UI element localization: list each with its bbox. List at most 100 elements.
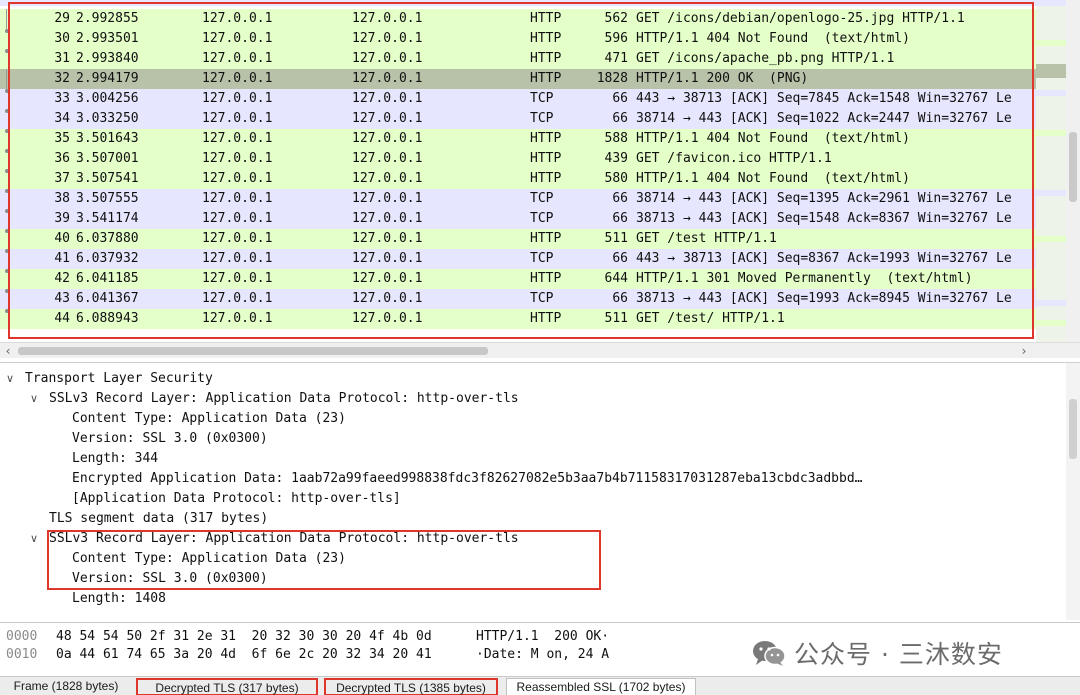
tree-item[interactable]: Version: SSL 3.0 (0x0300): [72, 429, 268, 449]
scroll-left-icon[interactable]: ‹: [0, 343, 16, 359]
packet-src-cell: 127.0.0.1: [202, 91, 273, 106]
packet-row[interactable]: 41 6.037932 127.0.0.1 127.0.0.1 TCP 66 443 → 3…: [0, 249, 1066, 269]
tab-decrypted-tls-317[interactable]: Decrypted TLS (317 bytes): [136, 678, 318, 695]
tree-expand-chevron-icon[interactable]: ∨: [6, 369, 18, 389]
packet-dst-cell: 127.0.0.1: [352, 311, 423, 326]
tree-item[interactable]: Version: SSL 3.0 (0x0300): [72, 569, 268, 589]
packet-dst-cell: 127.0.0.1: [352, 71, 423, 86]
ascii-bytes[interactable]: ·Date: M on, 24 A: [476, 646, 609, 664]
hex-bytes[interactable]: 48 54 54 50 2f 31 2e 31 20 32 30 30 20 4…: [56, 628, 432, 646]
packet-dst-cell: 127.0.0.1: [352, 251, 423, 266]
packet-time-cell: 3.541174: [76, 211, 139, 226]
packet-row[interactable]: 33 3.004256 127.0.0.1 127.0.0.1 TCP 66 443 → 3…: [0, 89, 1066, 109]
byte-view-tabs: Frame (1828 bytes) Decrypted TLS (317 by…: [0, 676, 1080, 695]
packet-len-cell: 439: [604, 151, 628, 166]
packet-row[interactable]: 43 6.041367 127.0.0.1 127.0.0.1 TCP 66 38713 →…: [0, 289, 1066, 309]
tree-expand-chevron-icon[interactable]: ∨: [30, 529, 42, 549]
packet-len-cell: 471: [604, 51, 628, 66]
details-scroll-thumb[interactable]: [1069, 399, 1077, 459]
packet-proto-cell: HTTP: [530, 231, 562, 246]
packet-proto-cell: HTTP: [530, 171, 562, 186]
tab-reassembled-ssl[interactable]: Reassembled SSL (1702 bytes): [506, 678, 696, 695]
packet-row[interactable]: 39 3.541174 127.0.0.1 127.0.0.1 TCP 66 38713 →…: [0, 209, 1066, 229]
packet-minimap[interactable]: [1036, 0, 1066, 342]
tree-item[interactable]: Content Type: Application Data (23): [72, 549, 346, 569]
packet-time-cell: 6.041367: [76, 291, 139, 306]
packet-time-cell: 2.994179: [76, 71, 139, 86]
packet-no-cell: 31: [54, 51, 70, 66]
tree-item[interactable]: Transport Layer Security: [25, 369, 213, 389]
tab-decrypted-tls-1385[interactable]: Decrypted TLS (1385 bytes): [324, 678, 498, 695]
partial-packet-row[interactable]: [0, 0, 1066, 6]
packet-row[interactable]: 30 2.993501 127.0.0.1 127.0.0.1 HTTP 596 HTTP/…: [0, 29, 1066, 49]
horizontal-scroll-thumb[interactable]: [18, 347, 488, 355]
hex-bytes[interactable]: 0a 44 61 74 65 3a 20 4d 6f 6e 2c 20 32 3…: [56, 646, 432, 664]
packet-dst-cell: 127.0.0.1: [352, 171, 423, 186]
minimap-band: [1036, 190, 1066, 196]
related-packet-marker: [5, 109, 9, 113]
tree-item[interactable]: [Application Data Protocol: http-over-tl…: [72, 489, 401, 509]
packet-src-cell: 127.0.0.1: [202, 111, 273, 126]
packet-proto-cell: HTTP: [530, 11, 562, 26]
tree-item[interactable]: Content Type: Application Data (23): [72, 409, 346, 429]
packet-src-cell: 127.0.0.1: [202, 291, 273, 306]
packet-info-cell: 443 → 38713 [ACK] Seq=7845 Ack=1548 Win=…: [636, 91, 1012, 106]
packet-proto-cell: HTTP: [530, 311, 562, 326]
tree-item[interactable]: Length: 344: [72, 449, 158, 469]
packet-time-cell: 6.041185: [76, 271, 139, 286]
packet-no-cell: 40: [54, 231, 70, 246]
tree-item[interactable]: TLS segment data (317 bytes): [49, 509, 268, 529]
related-packet-marker: [6, 9, 7, 29]
packet-row[interactable]: 37 3.507541 127.0.0.1 127.0.0.1 HTTP 580 HTTP/…: [0, 169, 1066, 189]
packet-row[interactable]: 32 2.994179 127.0.0.1 127.0.0.1 HTTP 1828 HTTP…: [0, 69, 1066, 89]
packet-row[interactable]: 44 6.088943 127.0.0.1 127.0.0.1 HTTP 511 GET /…: [0, 309, 1066, 329]
packet-row[interactable]: 40 6.037880 127.0.0.1 127.0.0.1 HTTP 511 GET /…: [0, 229, 1066, 249]
related-packet-marker: [5, 229, 9, 233]
packet-row[interactable]: 34 3.033250 127.0.0.1 127.0.0.1 TCP 66 38714 →…: [0, 109, 1066, 129]
tab-frame[interactable]: Frame (1828 bytes): [0, 678, 132, 695]
packet-proto-cell: HTTP: [530, 71, 562, 86]
packet-list-horizontal-scrollbar[interactable]: ‹ ›: [0, 342, 1080, 358]
packet-row[interactable]: 38 3.507555 127.0.0.1 127.0.0.1 TCP 66 38714 →…: [0, 189, 1066, 209]
packet-no-cell: 35: [54, 131, 70, 146]
details-vertical-scrollbar[interactable]: [1066, 363, 1080, 620]
tree-expand-chevron-icon[interactable]: ∨: [30, 389, 42, 409]
packet-row[interactable]: 35 3.501643 127.0.0.1 127.0.0.1 HTTP 588 HTTP/…: [0, 129, 1066, 149]
vertical-scroll-thumb[interactable]: [1069, 132, 1077, 202]
packet-time-cell: 3.004256: [76, 91, 139, 106]
packet-list[interactable]: 29 2.992855 127.0.0.1 127.0.0.1 HTTP 562 GET /…: [0, 0, 1080, 342]
packet-row[interactable]: 36 3.507001 127.0.0.1 127.0.0.1 HTTP 439 GET /…: [0, 149, 1066, 169]
packet-time-cell: 2.992855: [76, 11, 139, 26]
packet-time-cell: 3.501643: [76, 131, 139, 146]
packet-dst-cell: 127.0.0.1: [352, 51, 423, 66]
packet-row[interactable]: 29 2.992855 127.0.0.1 127.0.0.1 HTTP 562 GET /…: [0, 9, 1066, 29]
packet-src-cell: 127.0.0.1: [202, 191, 273, 206]
byte-offset: 0000: [6, 629, 38, 644]
tree-item[interactable]: Length: 1408: [72, 589, 166, 609]
scroll-right-icon[interactable]: ›: [1016, 343, 1032, 359]
tree-item[interactable]: SSLv3 Record Layer: Application Data Pro…: [49, 389, 519, 409]
packet-details[interactable]: ∨ Transport Layer Security ∨ SSLv3 Record L…: [0, 362, 1080, 620]
wechat-icon: [753, 641, 786, 666]
packet-len-cell: 66: [612, 211, 628, 226]
packet-no-cell: 36: [54, 151, 70, 166]
packet-row[interactable]: 31 2.993840 127.0.0.1 127.0.0.1 HTTP 471 GET /…: [0, 49, 1066, 69]
byte-offset: 0010: [6, 647, 38, 662]
ascii-bytes[interactable]: HTTP/1.1 200 OK·: [476, 628, 609, 646]
packet-no-cell: 38: [54, 191, 70, 206]
tree-item[interactable]: Encrypted Application Data: 1aab72a99fae…: [72, 469, 863, 489]
packet-dst-cell: 127.0.0.1: [352, 271, 423, 286]
packet-row[interactable]: 42 6.041185 127.0.0.1 127.0.0.1 HTTP 644 HTTP/…: [0, 269, 1066, 289]
minimap-band: [1036, 130, 1066, 136]
packet-time-cell: 3.507001: [76, 151, 139, 166]
packet-info-cell: GET /test/ HTTP/1.1: [636, 311, 785, 326]
packet-src-cell: 127.0.0.1: [202, 251, 273, 266]
packet-proto-cell: HTTP: [530, 151, 562, 166]
packet-info-cell: GET /favicon.ico HTTP/1.1: [636, 151, 832, 166]
packet-time-cell: 6.037932: [76, 251, 139, 266]
packet-list-vertical-scrollbar[interactable]: [1066, 0, 1080, 342]
related-packet-marker: [5, 189, 9, 193]
tree-item[interactable]: SSLv3 Record Layer: Application Data Pro…: [49, 529, 519, 549]
packet-len-cell: 66: [612, 291, 628, 306]
minimap-band: [1036, 90, 1066, 96]
